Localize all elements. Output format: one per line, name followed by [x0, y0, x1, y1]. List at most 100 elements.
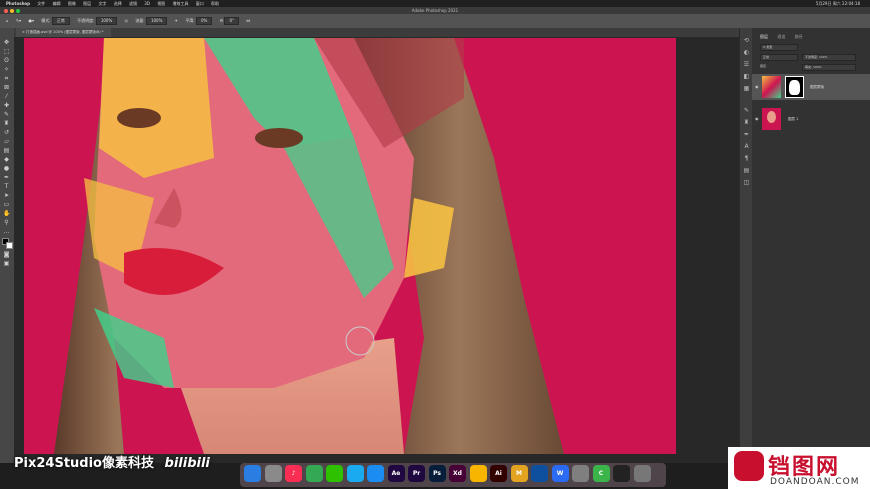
- menu-file[interactable]: 文件: [37, 1, 45, 6]
- layer-comps-panel-icon[interactable]: ◫: [743, 180, 750, 186]
- tab-channels[interactable]: 通道: [777, 34, 785, 39]
- m-app-icon[interactable]: M: [510, 465, 528, 482]
- blend-mode-select[interactable]: 正常: [760, 54, 798, 61]
- eraser-tool-icon[interactable]: ▱: [3, 139, 10, 145]
- qq-icon[interactable]: [346, 465, 364, 482]
- cinema4d-icon[interactable]: [531, 465, 548, 482]
- visibility-eye-icon[interactable]: ◉: [755, 116, 759, 121]
- lasso-tool-icon[interactable]: ʘ: [3, 58, 10, 64]
- pen-tool-icon[interactable]: ✒: [3, 175, 10, 181]
- menu-help[interactable]: 帮助: [211, 1, 219, 6]
- frame-tool-icon[interactable]: ⊠: [3, 85, 10, 91]
- paragraph-panel-icon[interactable]: ¶: [743, 156, 750, 162]
- sketch-icon[interactable]: [469, 465, 487, 482]
- illustrator-icon[interactable]: Ai: [490, 465, 507, 482]
- type-tool-icon[interactable]: T: [3, 184, 10, 190]
- brush-tool-preset-icon[interactable]: ✎▾: [16, 14, 21, 28]
- layer-name[interactable]: 图层蒙版: [810, 85, 824, 90]
- adjustments-panel-icon[interactable]: ◐: [743, 50, 750, 56]
- shape-tool-icon[interactable]: ▭: [3, 202, 10, 208]
- music-icon[interactable]: ♪: [285, 465, 302, 482]
- screen-mode-icon[interactable]: ▣: [3, 261, 10, 267]
- hand-tool-icon[interactable]: ✋: [3, 211, 10, 217]
- clone-source-panel-icon[interactable]: ♜: [743, 120, 750, 126]
- minimize-window-button[interactable]: [10, 9, 14, 13]
- layer-mask-thumbnail[interactable]: [785, 76, 804, 98]
- zoom-window-button[interactable]: [16, 9, 20, 13]
- finder-icon[interactable]: [244, 465, 261, 482]
- history-brush-tool-icon[interactable]: ↺: [3, 130, 10, 136]
- paths-panel-icon[interactable]: ✒: [743, 132, 750, 138]
- more-tools-icon[interactable]: …: [3, 229, 10, 235]
- airbrush-icon[interactable]: ✈: [175, 14, 178, 28]
- wechat-icon[interactable]: [326, 465, 343, 482]
- menu-plugins[interactable]: 增效工具: [172, 1, 188, 6]
- layer-name[interactable]: 图层 1: [788, 117, 798, 122]
- history-panel-icon[interactable]: ⟲: [743, 38, 750, 44]
- menu-type[interactable]: 文字: [98, 1, 106, 6]
- chrome-icon[interactable]: [305, 465, 323, 482]
- launchpad-icon[interactable]: [264, 465, 282, 482]
- menu-select[interactable]: 选择: [114, 1, 122, 6]
- blur-tool-icon[interactable]: ◆: [3, 157, 10, 163]
- swatches-panel-icon[interactable]: ▦: [743, 86, 750, 92]
- home-icon[interactable]: ⌂: [6, 14, 9, 28]
- clone-stamp-tool-icon[interactable]: ♜: [3, 121, 10, 127]
- menu-image[interactable]: 图像: [68, 1, 76, 6]
- crop-tool-icon[interactable]: ⌗: [3, 76, 10, 82]
- layer-kind-filter[interactable]: Q 类型: [760, 44, 798, 51]
- character-panel-icon[interactable]: A: [743, 144, 750, 150]
- menu-window[interactable]: 窗口: [196, 1, 204, 6]
- properties-panel-icon[interactable]: ☰: [743, 62, 750, 68]
- pressure-opacity-icon[interactable]: ◎: [125, 14, 129, 28]
- libraries-panel-icon[interactable]: ▤: [743, 168, 750, 174]
- close-window-button[interactable]: [4, 9, 8, 13]
- layer-row-1[interactable]: ◉ 图层 1: [752, 106, 870, 132]
- document-tab[interactable]: × 打造插画.psd @ 100% (图层蒙版, 图层蒙版/8) *: [16, 28, 111, 37]
- tab-layers[interactable]: 图层: [760, 34, 768, 39]
- layer-opacity-input[interactable]: 不透明度: 100%: [802, 54, 856, 61]
- smooth-input[interactable]: 0%: [195, 17, 213, 25]
- layer-fill-input[interactable]: 填充: 100%: [802, 64, 856, 71]
- zoom-tool-icon[interactable]: ⚲: [3, 220, 10, 226]
- opacity-input[interactable]: 100%: [95, 17, 118, 25]
- symmetry-icon[interactable]: ⋈: [246, 14, 250, 28]
- brushes-panel-icon[interactable]: ✎: [743, 108, 750, 114]
- document-canvas[interactable]: [24, 38, 676, 454]
- wps-icon[interactable]: W: [551, 465, 569, 482]
- brush-size-picker[interactable]: ●▾: [28, 14, 34, 28]
- background-color-swatch[interactable]: [6, 242, 13, 249]
- marquee-tool-icon[interactable]: ⬚: [3, 49, 10, 55]
- quick-select-tool-icon[interactable]: ✧: [3, 67, 10, 73]
- gradient-tool-icon[interactable]: ▤: [3, 148, 10, 154]
- terminal-icon[interactable]: [613, 465, 630, 482]
- move-tool-icon[interactable]: ✥: [3, 40, 10, 46]
- app-name-menu[interactable]: Photoshop: [6, 1, 30, 6]
- tab-paths[interactable]: 路径: [795, 34, 803, 39]
- trash-icon[interactable]: [633, 465, 651, 482]
- color-panel-icon[interactable]: ◧: [743, 74, 750, 80]
- flow-input[interactable]: 100%: [145, 17, 168, 25]
- layer-thumbnail[interactable]: [762, 108, 781, 130]
- mode-select[interactable]: 正常: [51, 17, 70, 25]
- eyedropper-tool-icon[interactable]: ⁄: [3, 94, 10, 100]
- healing-brush-tool-icon[interactable]: ✚: [3, 103, 10, 109]
- menu-3d[interactable]: 3D: [144, 1, 150, 6]
- premiere-icon[interactable]: Pr: [408, 465, 425, 482]
- xd-icon[interactable]: Xd: [449, 465, 466, 482]
- angle-input[interactable]: 0°: [224, 17, 240, 25]
- menu-layer[interactable]: 图层: [83, 1, 91, 6]
- c-app-icon[interactable]: [572, 465, 589, 482]
- menu-view[interactable]: 视图: [157, 1, 165, 6]
- layer-row-mask[interactable]: ◉ 图层蒙版: [752, 74, 870, 100]
- brush-tool-icon[interactable]: ✎: [3, 112, 10, 118]
- smooth-settings-icon[interactable]: ⚙: [220, 14, 224, 28]
- dodge-tool-icon[interactable]: ●: [3, 166, 10, 172]
- safari-icon[interactable]: [367, 465, 384, 482]
- photoshop-icon[interactable]: Ps: [428, 465, 446, 482]
- aftereffects-icon[interactable]: Ae: [387, 465, 405, 482]
- menu-edit[interactable]: 编辑: [53, 1, 61, 6]
- menu-filter[interactable]: 滤镜: [129, 1, 137, 6]
- path-select-tool-icon[interactable]: ➤: [3, 193, 10, 199]
- layer-thumbnail[interactable]: [762, 76, 781, 98]
